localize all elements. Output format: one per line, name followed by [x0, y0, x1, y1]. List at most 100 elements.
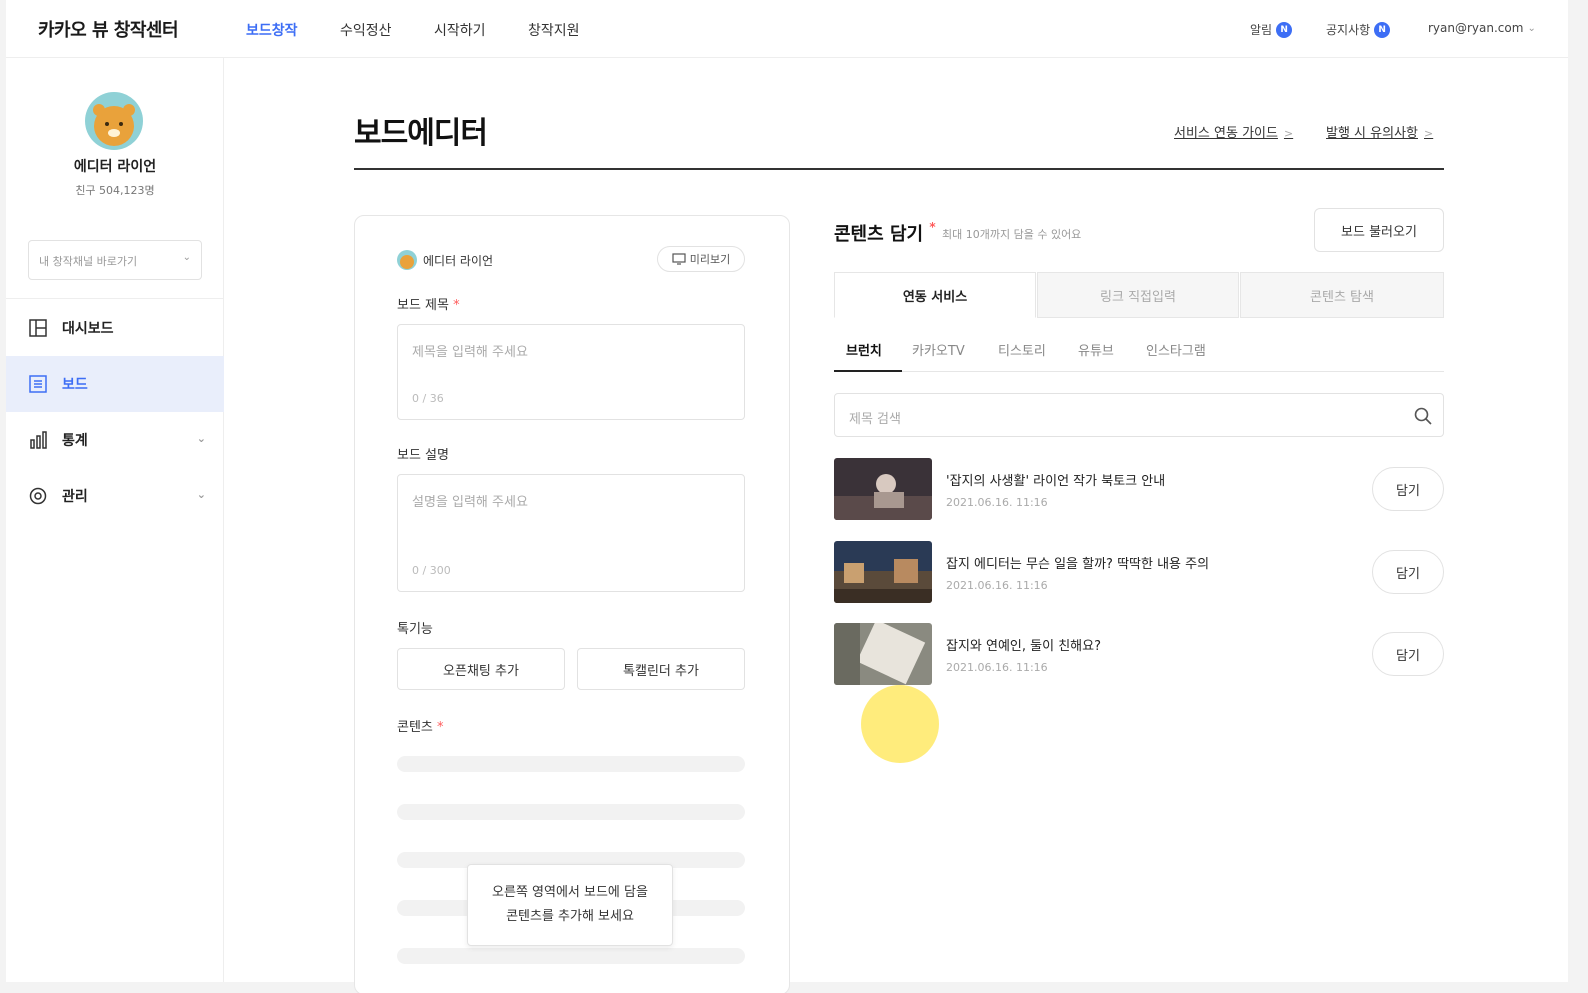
chevron-down-icon: ⌄	[1527, 22, 1536, 34]
tab-direct-link[interactable]: 링크 직접입력	[1037, 272, 1239, 318]
tab-content-explore[interactable]: 콘텐츠 탐색	[1240, 272, 1444, 318]
subtab-youtube[interactable]: 유튜브	[1078, 340, 1114, 359]
content-panel-title-text: 콘텐츠 담기	[834, 224, 924, 245]
notice-link[interactable]: 공지사항 N	[1326, 21, 1391, 38]
service-guide-link[interactable]: 서비스 연동 가이드 >	[1174, 122, 1293, 141]
chart-icon	[30, 431, 47, 449]
content-placeholder-bar	[397, 804, 745, 820]
add-open-chat-button[interactable]: 오픈채팅 추가	[397, 648, 565, 690]
title-divider	[354, 168, 1444, 170]
content-label: 콘텐츠 *	[397, 716, 444, 735]
channel-shortcut-select[interactable]: 내 창작채널 바로가기 ⌄	[28, 240, 202, 280]
board-editor-card: 에디터 라이언 미리보기 보드 제목 * 제목을 입력해 주세요 0 / 36 …	[354, 215, 790, 993]
chevron-down-icon: ⌄	[196, 488, 206, 501]
sidebar-item-board[interactable]: 보드	[6, 356, 224, 412]
content-panel-title: 콘텐츠 담기 *	[834, 220, 936, 246]
required-mark: *	[437, 720, 444, 735]
board-desc-count: 0 / 300	[412, 564, 451, 577]
editor-author-name: 에디터 라이언	[423, 253, 494, 268]
subtab-active-indicator	[834, 370, 902, 372]
nav-creator-support[interactable]: 창작지원	[528, 20, 580, 40]
board-desc-label: 보드 설명	[397, 448, 449, 463]
content-date: 2021.06.16. 11:16	[946, 579, 1048, 592]
content-label-text: 콘텐츠	[397, 720, 433, 735]
subtab-brunch[interactable]: 브런치	[846, 340, 882, 359]
add-talk-calendar-button[interactable]: 톡캘린더 추가	[577, 648, 745, 690]
preview-button[interactable]: 미리보기	[657, 246, 745, 272]
sidebar-item-label: 관리	[62, 489, 88, 505]
top-nav: 카카오 뷰 창작센터 보드창작 수익정산 시작하기 창작지원 알림 N 공지사항…	[6, 0, 1568, 58]
app-frame: 카카오 뷰 창작센터 보드창작 수익정산 시작하기 창작지원 알림 N 공지사항…	[6, 0, 1568, 993]
required-mark: *	[929, 220, 936, 234]
content-panel-subtitle: 최대 10개까지 담을 수 있어요	[942, 228, 1082, 241]
board-title-label-text: 보드 제목	[397, 298, 449, 313]
nav-board-create[interactable]: 보드창작	[246, 20, 298, 40]
account-menu[interactable]: ryan@ryan.com ⌄	[1428, 21, 1536, 35]
notice-label: 공지사항	[1326, 23, 1371, 37]
talk-feature-label: 톡기능	[397, 622, 433, 637]
subtab-divider	[834, 371, 1444, 372]
sidebar-item-stats[interactable]: 통계 ⌄	[6, 412, 224, 468]
tab-linked-service[interactable]: 연동 서비스	[834, 272, 1036, 318]
chevron-down-icon: ⌄	[182, 252, 191, 263]
brand-logo[interactable]: 카카오 뷰 창작센터	[38, 16, 179, 42]
content-hint-tooltip: 오른쪽 영역에서 보드에 담을 콘텐츠를 추가해 보세요	[467, 864, 673, 946]
board-title-count: 0 / 36	[412, 392, 444, 405]
gear-icon	[29, 487, 47, 505]
monitor-icon	[672, 253, 686, 265]
dashboard-icon	[29, 319, 47, 337]
subtab-instagram[interactable]: 인스타그램	[1146, 340, 1206, 359]
sidebar-item-label: 통계	[62, 433, 88, 449]
content-title: '잡지의 사생활' 라이언 작가 북토크 안내	[946, 474, 1166, 489]
content-thumbnail	[834, 541, 932, 603]
load-board-button[interactable]: 보드 불러오기	[1314, 208, 1444, 252]
title-search-input[interactable]: 제목 검색	[834, 393, 1444, 437]
chevron-right-icon: >	[1283, 127, 1294, 140]
content-title: 잡지와 연예인, 둘이 친해요?	[946, 639, 1101, 654]
sidebar-item-label: 보드	[62, 377, 88, 393]
sidebar-item-manage[interactable]: 관리 ⌄	[6, 468, 224, 524]
board-desc-input[interactable]: 설명을 입력해 주세요 0 / 300	[397, 474, 745, 592]
mini-avatar	[397, 250, 417, 270]
profile-friends-count: 친구 504,123명	[75, 184, 155, 197]
preview-label: 미리보기	[689, 253, 731, 266]
add-content-button[interactable]: 담기	[1372, 632, 1444, 676]
content-thumbnail	[834, 623, 932, 685]
publish-notice-label: 발행 시 유의사항	[1326, 126, 1418, 141]
add-content-button[interactable]: 담기	[1372, 550, 1444, 594]
subtab-kakaotv[interactable]: 카카오TV	[912, 340, 965, 359]
add-content-button[interactable]: 담기	[1372, 467, 1444, 511]
board-title-input[interactable]: 제목을 입력해 주세요 0 / 36	[397, 324, 745, 420]
content-date: 2021.06.16. 11:16	[946, 496, 1048, 509]
tooltip-line: 콘텐츠를 추가해 보세요	[506, 909, 634, 924]
nav-getting-started[interactable]: 시작하기	[434, 20, 486, 40]
content-date: 2021.06.16. 11:16	[946, 661, 1048, 674]
publish-notice-link[interactable]: 발행 시 유의사항 >	[1326, 122, 1433, 141]
page-title: 보드에디터	[354, 116, 488, 151]
required-mark: *	[453, 298, 460, 313]
board-desc-placeholder: 설명을 입력해 주세요	[412, 495, 528, 510]
board-title-placeholder: 제목을 입력해 주세요	[412, 345, 528, 360]
chevron-down-icon: ⌄	[196, 432, 206, 445]
editor-author: 에디터 라이언	[397, 250, 493, 270]
avatar	[85, 92, 143, 150]
channel-select-label: 내 창작채널 바로가기	[39, 255, 138, 268]
profile-name: 에디터 라이언	[73, 159, 157, 175]
subtab-tistory[interactable]: 티스토리	[998, 340, 1046, 359]
cursor-highlight	[861, 685, 939, 763]
content-list-item: 잡지 에디터는 무슨 일을 할까? 딱딱한 내용 주의 2021.06.16. …	[834, 541, 1444, 603]
search-icon[interactable]	[1413, 406, 1433, 426]
nav-settlement[interactable]: 수익정산	[340, 20, 392, 40]
search-placeholder: 제목 검색	[849, 412, 901, 427]
sidebar-item-dashboard[interactable]: 대시보드	[6, 300, 224, 356]
content-title: 잡지 에디터는 무슨 일을 할까? 딱딱한 내용 주의	[946, 557, 1210, 572]
alert-label: 알림	[1250, 23, 1273, 37]
account-email: ryan@ryan.com	[1428, 21, 1524, 35]
sidebar-item-label: 대시보드	[62, 321, 114, 337]
board-title-label: 보드 제목 *	[397, 294, 460, 313]
alert-link[interactable]: 알림 N	[1250, 21, 1293, 38]
sidebar: 에디터 라이언 친구 504,123명 내 창작채널 바로가기 ⌄ 대시보드 보…	[6, 58, 224, 982]
content-placeholder-bar	[397, 756, 745, 772]
content-placeholder-bar	[397, 948, 745, 964]
tooltip-line: 오른쪽 영역에서 보드에 담을	[492, 885, 648, 900]
